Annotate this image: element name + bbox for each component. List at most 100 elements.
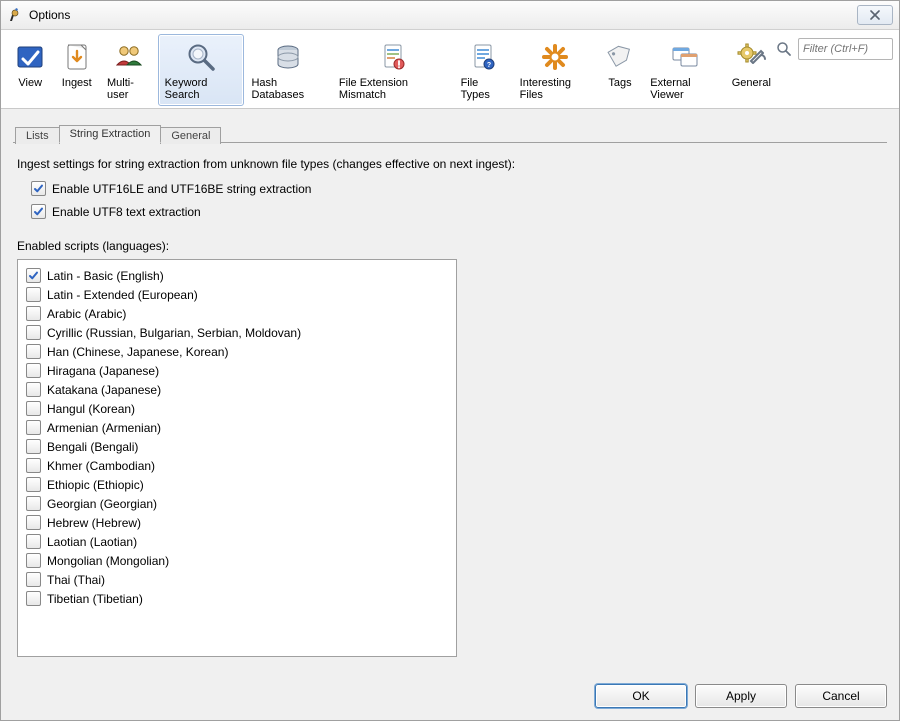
tabstrip: Lists String Extraction General	[13, 121, 887, 143]
toolbar-tags[interactable]: Tags	[597, 34, 644, 94]
checkbox-utf16[interactable]	[31, 181, 46, 196]
keyword-search-icon	[183, 39, 219, 75]
hash-databases-icon	[270, 39, 306, 75]
script-label: Armenian (Armenian)	[47, 421, 161, 435]
script-label: Ethiopic (Ethiopic)	[47, 478, 144, 492]
script-label: Latin - Extended (European)	[47, 288, 198, 302]
script-label: Hangul (Korean)	[47, 402, 135, 416]
general-icon	[733, 39, 769, 75]
toolbar-label: External Viewer	[650, 77, 719, 101]
script-label: Cyrillic (Russian, Bulgarian, Serbian, M…	[47, 326, 301, 340]
script-item[interactable]: Katakana (Japanese)	[24, 380, 450, 399]
script-item[interactable]: Hiragana (Japanese)	[24, 361, 450, 380]
toolbar-file-extension-mismatch[interactable]: File Extension Mismatch	[332, 34, 454, 106]
script-label: Latin - Basic (English)	[47, 269, 164, 283]
checkbox-utf16-label: Enable UTF16LE and UTF16BE string extrac…	[52, 182, 311, 196]
script-checkbox[interactable]	[26, 306, 41, 321]
toolbar-label: File Types	[461, 77, 506, 101]
script-item[interactable]: Armenian (Armenian)	[24, 418, 450, 437]
checkbox-utf8-row[interactable]: Enable UTF8 text extraction	[31, 204, 883, 219]
script-label: Hebrew (Hebrew)	[47, 516, 141, 530]
script-checkbox[interactable]	[26, 439, 41, 454]
toolbar-label: General	[732, 77, 771, 89]
window-title: Options	[29, 8, 70, 22]
script-label: Mongolian (Mongolian)	[47, 554, 169, 568]
multi-user-icon	[111, 39, 147, 75]
script-checkbox[interactable]	[26, 477, 41, 492]
scripts-label: Enabled scripts (languages):	[17, 239, 883, 253]
script-checkbox[interactable]	[26, 382, 41, 397]
script-checkbox[interactable]	[26, 572, 41, 587]
script-item[interactable]: Hebrew (Hebrew)	[24, 513, 450, 532]
script-checkbox[interactable]	[26, 325, 41, 340]
script-item[interactable]: Han (Chinese, Japanese, Korean)	[24, 342, 450, 361]
search-icon	[776, 41, 792, 57]
app-icon	[7, 7, 23, 23]
script-checkbox[interactable]	[26, 363, 41, 378]
script-checkbox[interactable]	[26, 458, 41, 473]
cancel-button[interactable]: Cancel	[795, 684, 887, 708]
tab-lists[interactable]: Lists	[15, 127, 60, 144]
script-label: Laotian (Laotian)	[47, 535, 137, 549]
script-checkbox[interactable]	[26, 553, 41, 568]
toolbar-label: Interesting Files	[520, 77, 590, 101]
toolbar-file-types[interactable]: ? File Types	[454, 34, 513, 106]
script-checkbox[interactable]	[26, 344, 41, 359]
script-item[interactable]: Arabic (Arabic)	[24, 304, 450, 323]
script-item[interactable]: Thai (Thai)	[24, 570, 450, 589]
script-checkbox[interactable]	[26, 401, 41, 416]
toolbar-keyword-search[interactable]: Keyword Search	[158, 34, 245, 106]
toolbar-view[interactable]: View	[7, 34, 54, 94]
dialog-buttons: OK Apply Cancel	[1, 676, 899, 720]
toolbar-label: Tags	[608, 77, 631, 89]
script-item[interactable]: Bengali (Bengali)	[24, 437, 450, 456]
script-item[interactable]: Ethiopic (Ethiopic)	[24, 475, 450, 494]
toolbar-hash-databases[interactable]: Hash Databases	[244, 34, 331, 106]
toolbar-multi-user[interactable]: Multi-user	[100, 34, 158, 106]
toolbar-interesting-files[interactable]: Interesting Files	[513, 34, 597, 106]
scripts-list[interactable]: Latin - Basic (English) Latin - Extended …	[17, 259, 457, 657]
checkbox-utf8-label: Enable UTF8 text extraction	[52, 205, 201, 219]
script-item[interactable]: Georgian (Georgian)	[24, 494, 450, 513]
external-viewer-icon	[667, 39, 703, 75]
titlebar: Options	[1, 1, 899, 30]
script-checkbox[interactable]	[26, 515, 41, 530]
view-icon	[12, 39, 48, 75]
tab-pane: Lists String Extraction General Ingest s…	[13, 121, 887, 668]
toolbar-general[interactable]: General	[727, 34, 776, 94]
script-item[interactable]: Khmer (Cambodian)	[24, 456, 450, 475]
script-checkbox[interactable]	[26, 534, 41, 549]
script-label: Thai (Thai)	[47, 573, 105, 587]
script-label: Arabic (Arabic)	[47, 307, 126, 321]
close-button[interactable]	[857, 5, 893, 25]
tab-general[interactable]: General	[160, 127, 221, 144]
file-extension-mismatch-icon	[375, 39, 411, 75]
script-item[interactable]: Cyrillic (Russian, Bulgarian, Serbian, M…	[24, 323, 450, 342]
script-label: Georgian (Georgian)	[47, 497, 157, 511]
script-item[interactable]: Hangul (Korean)	[24, 399, 450, 418]
settings-lead-text: Ingest settings for string extraction fr…	[17, 157, 883, 171]
script-checkbox[interactable]	[26, 287, 41, 302]
script-checkbox[interactable]	[26, 591, 41, 606]
script-item[interactable]: Latin - Extended (European)	[24, 285, 450, 304]
script-item[interactable]: Tibetian (Tibetian)	[24, 589, 450, 608]
script-label: Han (Chinese, Japanese, Korean)	[47, 345, 228, 359]
tags-icon	[602, 39, 638, 75]
apply-button[interactable]: Apply	[695, 684, 787, 708]
script-item[interactable]: Latin - Basic (English)	[24, 266, 450, 285]
script-checkbox[interactable]	[26, 268, 41, 283]
script-item[interactable]: Mongolian (Mongolian)	[24, 551, 450, 570]
script-label: Bengali (Bengali)	[47, 440, 138, 454]
tab-string-extraction[interactable]: String Extraction	[59, 125, 162, 143]
script-checkbox[interactable]	[26, 496, 41, 511]
toolbar-ingest[interactable]: Ingest	[54, 34, 101, 94]
ok-button[interactable]: OK	[595, 684, 687, 708]
script-checkbox[interactable]	[26, 420, 41, 435]
checkbox-utf8[interactable]	[31, 204, 46, 219]
close-icon	[869, 10, 881, 20]
script-item[interactable]: Laotian (Laotian)	[24, 532, 450, 551]
toolbar-external-viewer[interactable]: External Viewer	[643, 34, 726, 106]
script-label: Khmer (Cambodian)	[47, 459, 155, 473]
checkbox-utf16-row[interactable]: Enable UTF16LE and UTF16BE string extrac…	[31, 181, 883, 196]
filter-input[interactable]	[798, 38, 893, 60]
